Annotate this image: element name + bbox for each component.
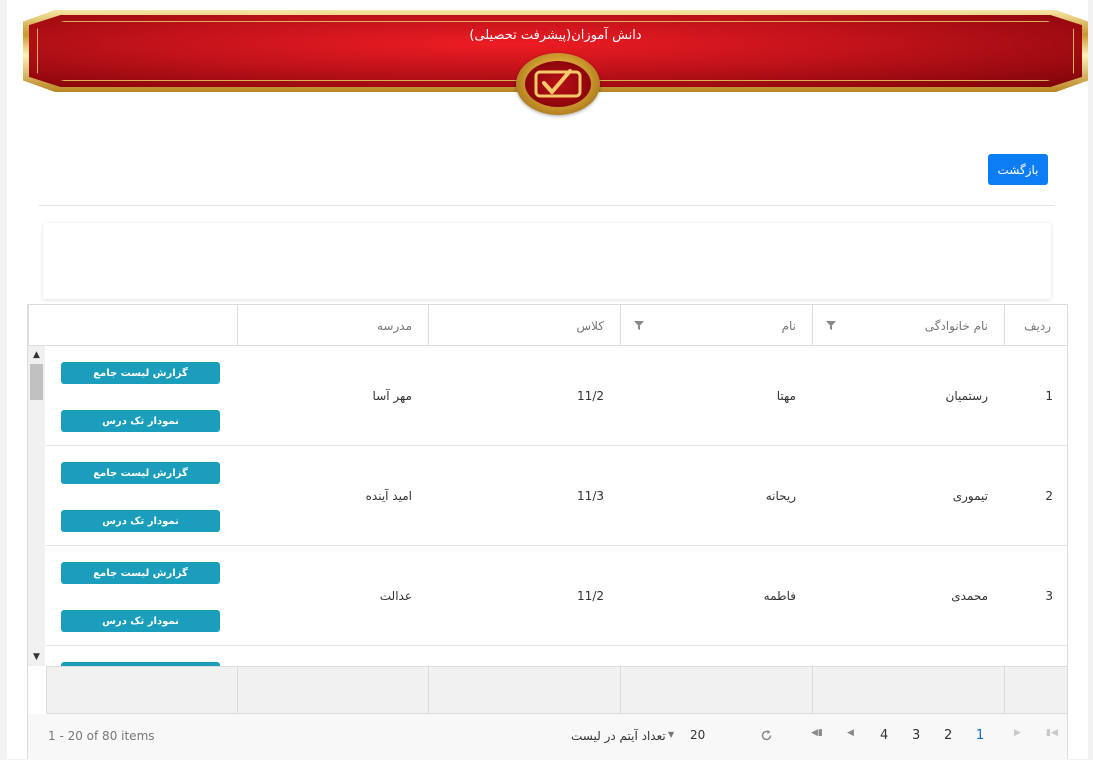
column-header-first-name[interactable]: نام [620, 305, 812, 346]
filter-panel [43, 223, 1051, 299]
scroll-down-icon[interactable]: ▼ [28, 650, 45, 664]
report-button[interactable]: گزارش لیست جامع [61, 562, 220, 584]
table-row: 2 تیموری ریحانه 11/3 امید آینده گزارش لی… [46, 446, 1067, 546]
cell-school: مهر آسا [372, 389, 412, 403]
cell-last-name: رستمیان [945, 389, 989, 403]
page-3[interactable]: 3 [912, 728, 920, 743]
dropdown-arrow-icon[interactable]: ▼ [668, 730, 674, 739]
prev-page-icon[interactable]: ▶ [1014, 728, 1021, 738]
column-header-actions [28, 305, 237, 346]
cell-last-name: محمدی [951, 589, 988, 603]
table-row: 1 رستمیان مهتا 11/2 مهر آسا گزارش لیست ج… [46, 346, 1067, 446]
cell-last-name: تیموری [952, 489, 988, 503]
column-header-class[interactable]: کلاس [428, 305, 620, 346]
next-page-icon[interactable]: ◀ [847, 728, 854, 738]
checkmark-logo-icon [516, 53, 600, 115]
page-4[interactable]: 4 [880, 728, 888, 743]
column-header-school[interactable]: مدرسه [237, 305, 428, 346]
chart-button[interactable]: نمودار تک درس [61, 610, 220, 632]
pager-info: 1 - 20 of 80 items [48, 729, 155, 743]
scroll-up-icon[interactable]: ▲ [28, 348, 45, 362]
students-grid: ردیف نام خانوادگی نام کلاس مدرسه 1 رستمی… [27, 304, 1068, 760]
cell-class: 11/2 [577, 589, 604, 603]
scrollbar-thumb[interactable] [30, 364, 43, 400]
divider [39, 205, 1055, 206]
page-size-label: تعداد آیتم در لیست [571, 729, 666, 743]
refresh-icon[interactable] [760, 729, 773, 742]
vertical-scrollbar[interactable]: ▲ ▼ [28, 346, 45, 666]
chart-button[interactable]: نمودار تک درس [61, 510, 220, 532]
column-header-index[interactable]: ردیف [1004, 305, 1067, 346]
back-button[interactable]: بازگشت [988, 154, 1048, 185]
grid-body: 1 رستمیان مهتا 11/2 مهر آسا گزارش لیست ج… [28, 346, 1067, 666]
table-row [46, 646, 1067, 666]
cell-school: عدالت [379, 589, 412, 603]
filter-icon[interactable] [825, 319, 837, 331]
filter-icon[interactable] [633, 319, 645, 331]
first-page-icon[interactable]: ▮◀ [1046, 728, 1058, 738]
pager: ▮◀ ▶ 1 2 3 4 ◀ ◀▮ 20 ▼ تعداد آیتم در لیس… [28, 714, 1067, 760]
grid-footer [46, 666, 1067, 714]
page-2[interactable]: 2 [944, 728, 952, 743]
report-button[interactable]: گزارش لیست جامع [61, 462, 220, 484]
cell-index: 1 [1045, 389, 1053, 403]
cell-first-name: ریحانه [765, 489, 796, 503]
column-header-last-name[interactable]: نام خانوادگی [812, 305, 1004, 346]
page-1[interactable]: 1 [976, 728, 984, 743]
page-title: دانش آموزان(پیشرفت تحصیلی) [469, 28, 642, 43]
page: دانش آموزان(پیشرفت تحصیلی) بازگشت ردیف ن… [7, 0, 1088, 760]
cell-first-name: مهتا [776, 389, 796, 403]
cell-index: 2 [1045, 489, 1053, 503]
cell-class: 11/2 [577, 389, 604, 403]
chart-button[interactable]: نمودار تک درس [61, 410, 220, 432]
cell-index: 3 [1045, 589, 1053, 603]
table-row: 3 محمدی فاطمه 11/2 عدالت گزارش لیست جامع… [46, 546, 1067, 646]
report-button[interactable]: گزارش لیست جامع [61, 362, 220, 384]
grid-header: ردیف نام خانوادگی نام کلاس مدرسه [28, 305, 1067, 346]
cell-first-name: فاطمه [763, 589, 796, 603]
cell-school: امید آینده [365, 489, 412, 503]
last-page-icon[interactable]: ◀▮ [811, 728, 823, 738]
cell-class: 11/3 [577, 489, 604, 503]
page-size-value[interactable]: 20 [690, 728, 705, 742]
